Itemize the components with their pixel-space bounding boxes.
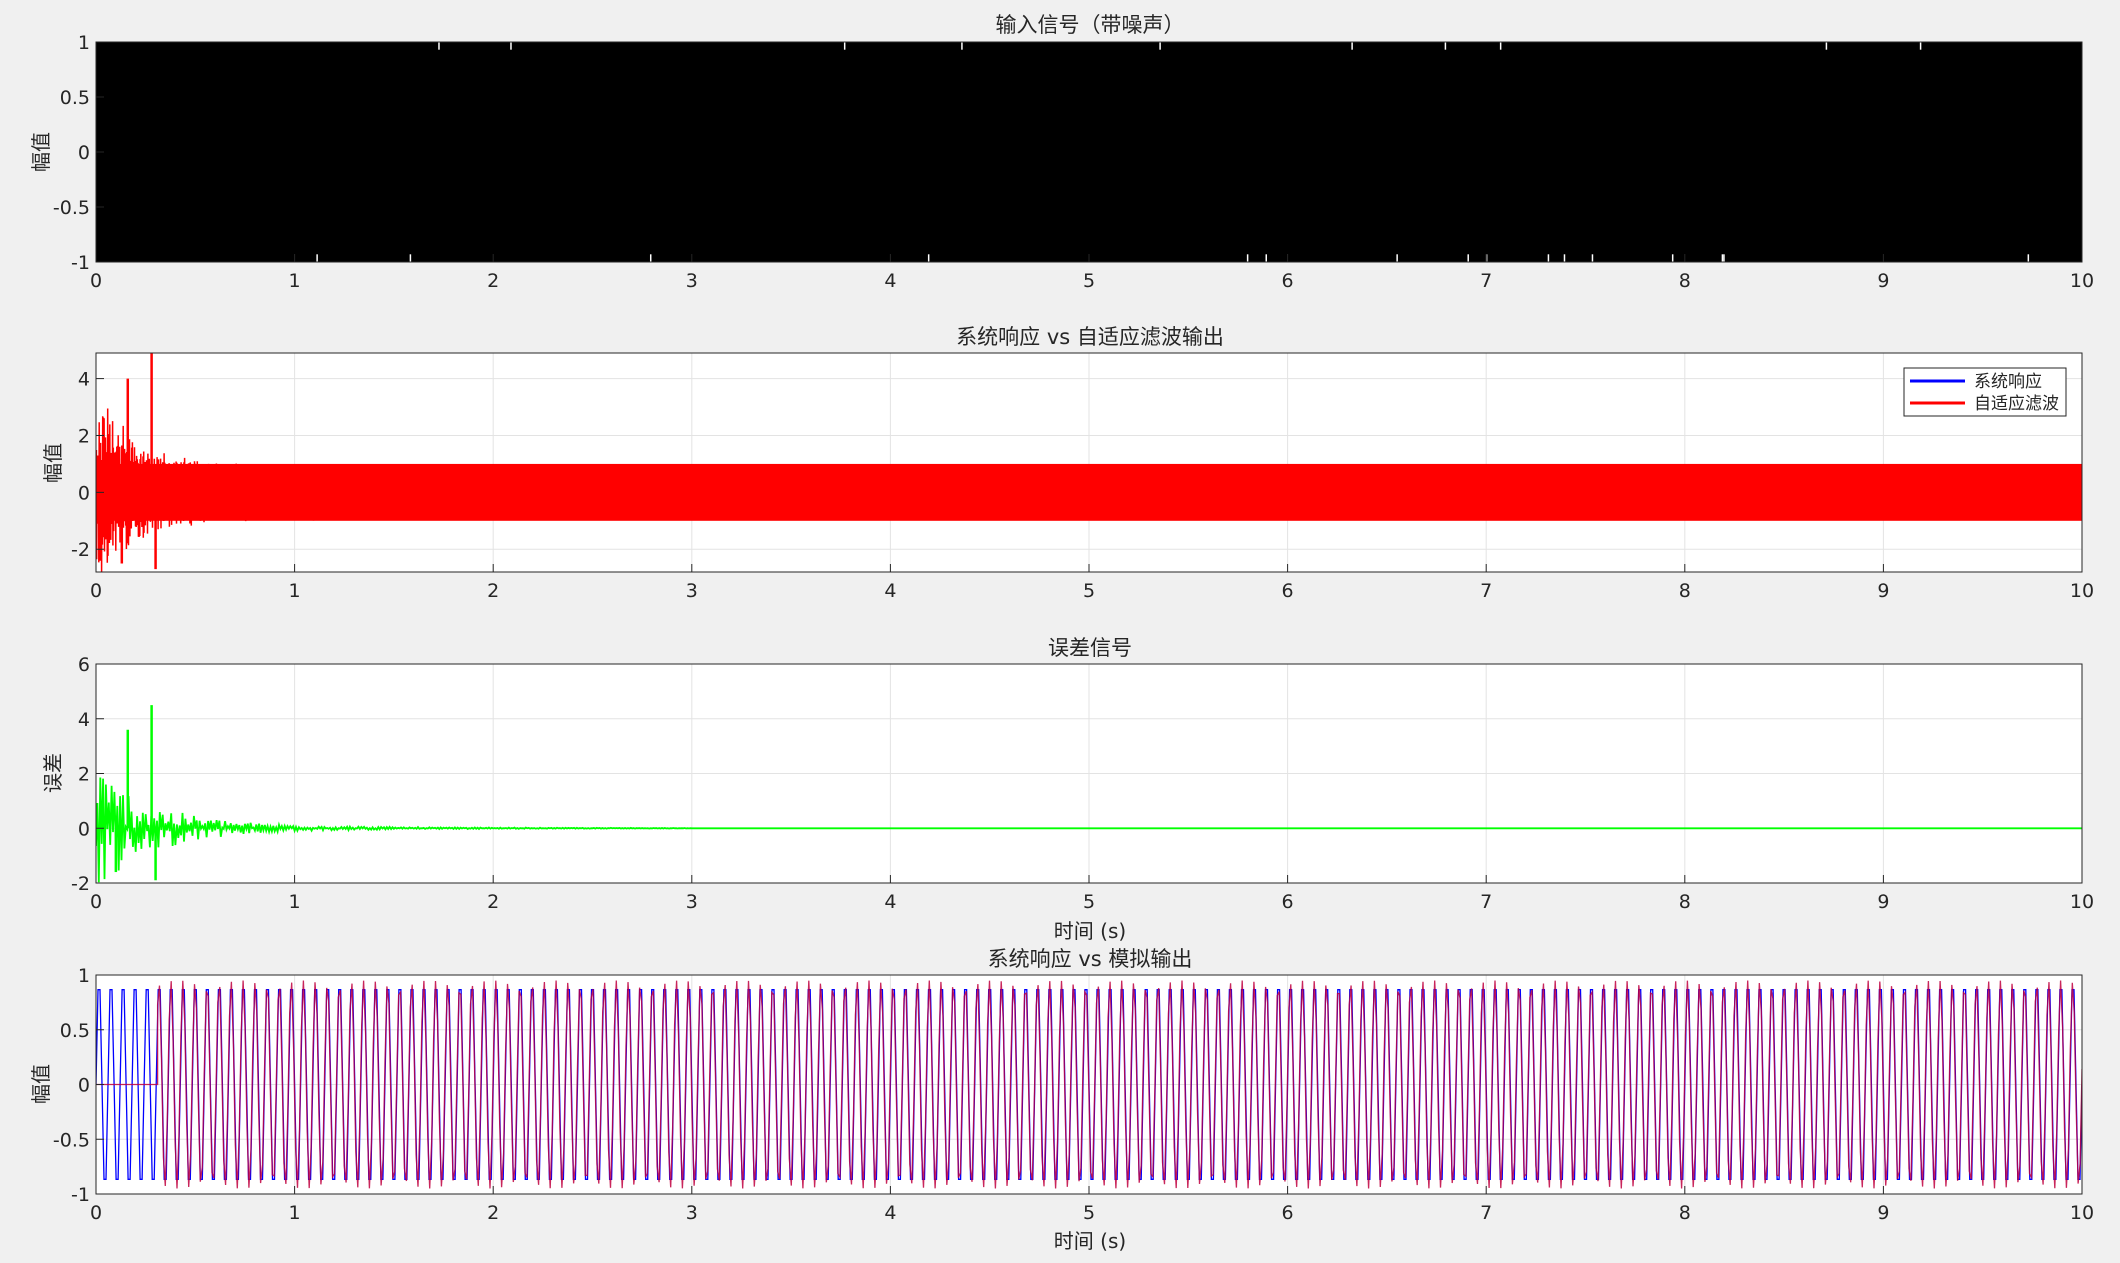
subplot-2: 系统响应 vs 自适应滤波输出 0 1 2 3 4 5 6 7 8 9 10-2024 系统响应 自… xyxy=(71,325,2094,602)
x-tick-label: 0 xyxy=(90,891,102,913)
subplot-3-ylabel: 误差 xyxy=(41,753,65,793)
x-tick-label: 8 xyxy=(1679,580,1691,602)
subplot-1-title: 输入信号（带噪声） xyxy=(996,13,1185,37)
y-tick-label: -0.5 xyxy=(53,1129,90,1151)
x-tick-label: 6 xyxy=(1282,270,1294,292)
subplot-4-title: 系统响应 vs 模拟输出 xyxy=(988,947,1193,971)
figure: 输入信号（带噪声） 0 1 2 3 4 5 6 7 8 9 10-1-0.500.51 系统响应 v… xyxy=(0,0,2120,1263)
y-tick-label: 0 xyxy=(78,142,90,164)
subplot-2-title: 系统响应 vs 自适应滤波输出 xyxy=(956,325,1224,349)
y-tick-label: -2 xyxy=(71,873,90,895)
subplot-1: 输入信号（带噪声） 0 1 2 3 4 5 6 7 8 9 10 -1 -0.5 0 0.5 1 xyxy=(53,13,2094,292)
y-tick-label: 0 xyxy=(78,818,90,840)
x-tick-label: 3 xyxy=(686,270,698,292)
x-tick-label: 3 xyxy=(686,1202,698,1224)
x-tick-label: 9 xyxy=(1877,270,1889,292)
x-tick-label: 4 xyxy=(884,891,896,913)
x-tick-label: 1 xyxy=(289,891,301,913)
x-tick-label: 3 xyxy=(686,891,698,913)
x-tick-label: 2 xyxy=(487,580,499,602)
x-tick-label: 0 xyxy=(90,270,102,292)
subplot-1-ylabel: 幅值 xyxy=(29,132,53,172)
x-tick-label: 6 xyxy=(1282,891,1294,913)
x-tick-label: 4 xyxy=(884,580,896,602)
x-tick-label: 5 xyxy=(1083,580,1095,602)
x-tick-label: 10 xyxy=(2070,1202,2094,1224)
subplot-2-ylabel: 幅值 xyxy=(41,443,65,483)
subplot-4-xlabel: 时间 (s) xyxy=(1054,1229,1126,1253)
legend-label-1: 系统响应 xyxy=(1974,372,2042,392)
legend-label-2: 自适应滤波 xyxy=(1974,394,2059,414)
y-tick-label: -1 xyxy=(71,1184,90,1206)
y-tick-label: 4 xyxy=(78,709,90,731)
y-tick-label: 1 xyxy=(78,32,90,54)
x-tick-label: 10 xyxy=(2070,270,2094,292)
y-tick-label: -0.5 xyxy=(53,197,90,219)
x-tick-label: 0 xyxy=(90,1202,102,1224)
y-tick-label: 6 xyxy=(78,654,90,676)
x-tick-label: 4 xyxy=(884,1202,896,1224)
y-tick-label: 0.5 xyxy=(60,1020,90,1042)
x-tick-label: 5 xyxy=(1083,270,1095,292)
y-tick-label: -1 xyxy=(71,252,90,274)
x-tick-label: 7 xyxy=(1480,580,1492,602)
y-tick-label: 0.5 xyxy=(60,87,90,109)
x-tick-label: 9 xyxy=(1877,891,1889,913)
x-tick-label: 5 xyxy=(1083,891,1095,913)
x-tick-label: 0 xyxy=(90,580,102,602)
x-tick-label: 8 xyxy=(1679,1202,1691,1224)
subplot-3-xlabel: 时间 (s) xyxy=(1054,919,1126,943)
subplot-4-ylabel: 幅值 xyxy=(29,1064,53,1104)
legend: 系统响应 自适应滤波 xyxy=(1903,367,2067,417)
series-input-signal xyxy=(96,42,2082,262)
y-tick-label: 1 xyxy=(78,965,90,987)
x-tick-label: 1 xyxy=(289,270,301,292)
x-tick-label: 7 xyxy=(1480,891,1492,913)
y-tick-label: -2 xyxy=(71,539,90,561)
x-tick-label: 3 xyxy=(686,580,698,602)
subplot-3-title: 误差信号 xyxy=(1048,636,1132,660)
y-tick-label: 2 xyxy=(78,764,90,786)
x-tick-label: 10 xyxy=(2070,580,2094,602)
x-tick-label: 6 xyxy=(1282,580,1294,602)
x-tick-label: 2 xyxy=(487,270,499,292)
x-tick-label: 5 xyxy=(1083,1202,1095,1224)
x-tick-label: 9 xyxy=(1877,580,1889,602)
x-tick-label: 2 xyxy=(487,891,499,913)
y-tick-label: 4 xyxy=(78,369,90,391)
x-tick-label: 9 xyxy=(1877,1202,1889,1224)
x-tick-label: 7 xyxy=(1480,270,1492,292)
x-tick-label: 4 xyxy=(884,270,896,292)
x-tick-label: 2 xyxy=(487,1202,499,1224)
x-tick-label: 6 xyxy=(1282,1202,1294,1224)
x-tick-label: 1 xyxy=(289,580,301,602)
y-tick-label: 0 xyxy=(78,482,90,504)
y-tick-label: 2 xyxy=(78,425,90,447)
x-tick-label: 10 xyxy=(2070,891,2094,913)
x-tick-label: 1 xyxy=(289,1202,301,1224)
series-group-1 xyxy=(96,42,2082,262)
x-tick-label: 7 xyxy=(1480,1202,1492,1224)
x-tick-label: 8 xyxy=(1679,891,1691,913)
y-tick-label: 0 xyxy=(78,1075,90,1097)
x-tick-label: 8 xyxy=(1679,270,1691,292)
